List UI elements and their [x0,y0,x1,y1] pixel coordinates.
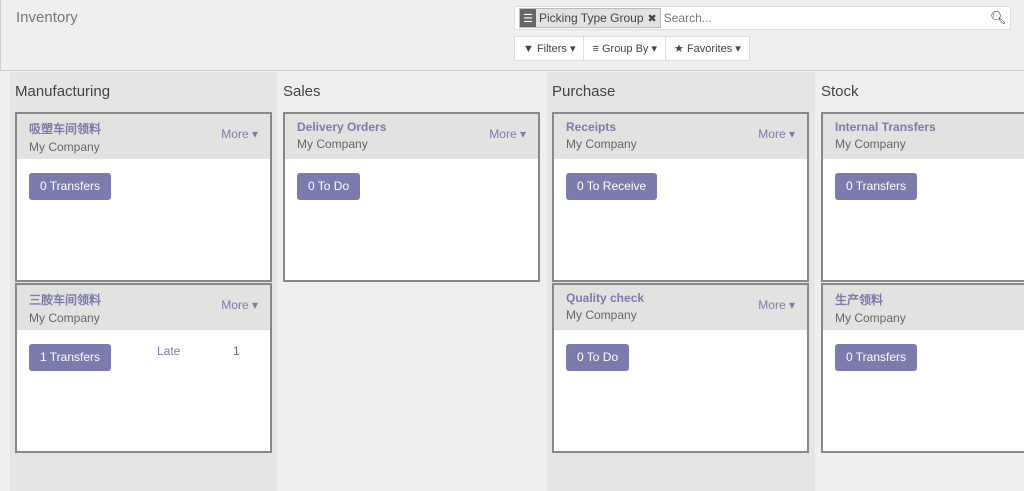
search-options: ▼ Filters ▾ ≡ Group By ▾ ★ Favorites ▾ [514,36,750,61]
kanban-card[interactable]: 吸塑车间领料 My Company More ▾ 0 Transfers [15,112,272,282]
search-icon[interactable]: 🔍︎ [990,10,1010,26]
favorites-label: Favorites [686,42,733,55]
group-by-button[interactable]: ≡ Group By ▾ [584,37,667,60]
card-action-button[interactable]: 0 Transfers [29,173,112,200]
column-title: Purchase [552,83,616,100]
card-action-button[interactable]: 0 To Receive [566,173,658,200]
search-input[interactable] [663,11,990,25]
kanban-column-purchase: Purchase Receipts My Company More ▾ 0 To R… [547,72,815,491]
more-dropdown[interactable]: More ▾ [489,127,526,141]
star-icon: ★ [674,43,684,55]
kanban-column-sales: Sales Delivery Orders My Company More ▾ 0 … [278,72,546,491]
kanban-card[interactable]: 三胺车间领料 My Company More ▾ 1 Transfers Late … [15,283,272,453]
card-action-button[interactable]: 0 To Do [297,173,361,200]
kanban-card[interactable]: Internal Transfers My Company 0 Transfers [821,112,1024,282]
card-action-button[interactable]: 0 Transfers [835,344,918,371]
control-panel: Inventory ☰ Picking Type Group ✖ 🔍︎ ▼ Fi… [0,0,1024,71]
card-action-button[interactable]: 1 Transfers [29,344,112,371]
more-dropdown[interactable]: More ▾ [758,298,795,312]
filter-icon: ▼ [523,42,534,55]
kanban-card[interactable]: Receipts My Company More ▾ 0 To Receive [552,112,809,282]
filters-button[interactable]: ▼ Filters ▾ [515,37,585,60]
group-by-label: Group By [601,42,649,55]
breadcrumb-title: Inventory [16,9,78,26]
remove-facet-icon[interactable]: ✖ [648,12,657,25]
late-count[interactable]: 1 [233,344,240,358]
facet-label: Picking Type Group [539,11,644,25]
bars-icon: ≡ [592,42,599,55]
favorites-button[interactable]: ★ Favorites ▾ [666,37,749,60]
card-company: My Company [835,137,906,151]
card-company: My Company [835,311,906,325]
column-title: Stock [821,83,859,100]
card-action-button[interactable]: 0 Transfers [835,173,918,200]
kanban-card[interactable]: Quality check My Company More ▾ 0 To Do [552,283,809,453]
late-link[interactable]: Late [157,344,180,358]
card-name[interactable]: 生产领料 [835,291,1024,308]
kanban-column-stock: Stock Internal Transfers My Company 0 Tra… [816,72,1024,491]
more-dropdown[interactable]: More ▾ [221,127,258,141]
filters-label: Filters [536,42,567,55]
list-icon: ☰ [520,9,536,27]
column-title: Manufacturing [15,83,111,100]
kanban-column-manufacturing: Manufacturing 吸塑车间领料 My Company More ▾ 0 T… [10,72,277,491]
kanban-card[interactable]: 生产领料 My Company 0 Transfers [821,283,1024,453]
card-company: My Company [29,311,100,325]
search-facet: ☰ Picking Type Group ✖ [519,8,661,28]
more-dropdown[interactable]: More ▾ [221,298,258,312]
card-action-button[interactable]: 0 To Do [566,344,630,371]
search-bar: ☰ Picking Type Group ✖ 🔍︎ [514,6,1011,30]
kanban-card[interactable]: Delivery Orders My Company More ▾ 0 To Do [283,112,540,282]
card-name[interactable]: Internal Transfers [835,120,1024,134]
card-company: My Company [29,140,100,154]
more-dropdown[interactable]: More ▾ [758,127,795,141]
column-title: Sales [283,83,321,100]
